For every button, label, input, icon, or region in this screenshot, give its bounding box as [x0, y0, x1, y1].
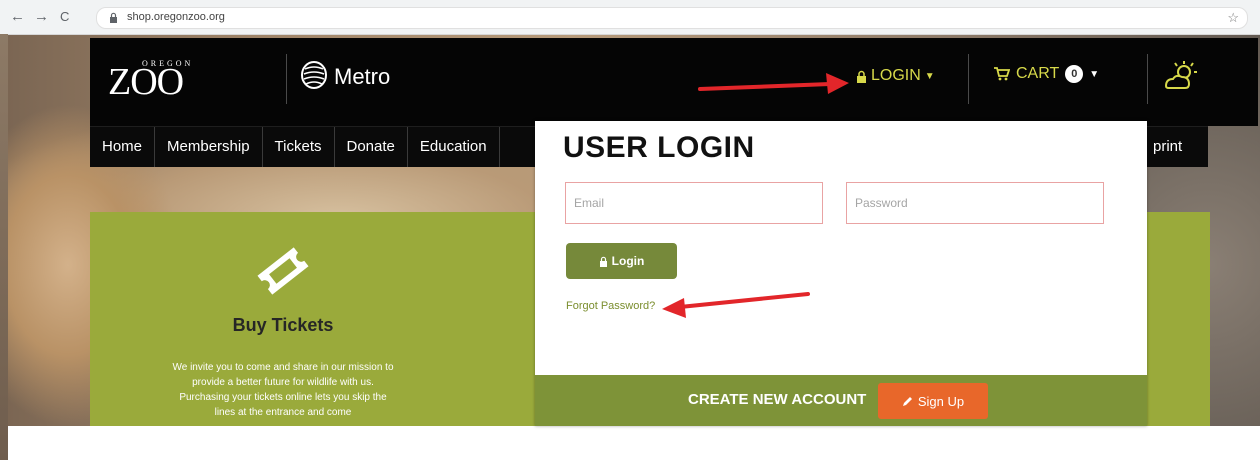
nav-item-partial[interactable]: print [1140, 127, 1190, 167]
nav-item-membership[interactable]: Membership [155, 127, 263, 167]
chevron-down-icon: ▼ [1089, 68, 1100, 80]
sign-up-button[interactable]: Sign Up [878, 383, 988, 419]
side-panel [1146, 212, 1210, 426]
bookmark-star-icon[interactable]: ☆ [1227, 10, 1239, 26]
header-login-button[interactable]: LOGIN ▼ [856, 67, 935, 85]
sign-up-label: Sign Up [917, 393, 965, 409]
header-cart-label: CART [1016, 65, 1060, 82]
header-divider [968, 54, 969, 104]
nav-item-education[interactable]: Education [408, 127, 500, 167]
password-field[interactable] [846, 182, 1104, 224]
nav-item-tickets[interactable]: Tickets [263, 127, 335, 167]
header-login-label: LOGIN [871, 67, 921, 84]
site-header: OREGON ZOO Metro LOGIN ▼ CART 0 ▼ [90, 38, 1258, 126]
header-divider [1147, 54, 1148, 104]
login-button[interactable]: Login [566, 243, 677, 279]
cart-icon [994, 67, 1010, 81]
metro-logo[interactable]: Metro [300, 60, 420, 94]
nav-item-donate[interactable]: Donate [335, 127, 408, 167]
header-divider [286, 54, 287, 104]
forward-icon[interactable]: → [34, 9, 49, 25]
logo-zoo-text: ZOO [108, 61, 184, 103]
lock-icon [110, 12, 117, 23]
lock-icon [857, 70, 866, 83]
page-edge [0, 34, 8, 460]
forgot-password-link[interactable]: Forgot Password? [566, 300, 655, 312]
header-cart-button[interactable]: CART 0 ▼ [994, 65, 1099, 83]
browser-toolbar: ← → C shop.oregonzoo.org ☆ [0, 0, 1260, 35]
pencil-icon [902, 396, 912, 406]
email-field[interactable] [565, 182, 823, 224]
reload-icon[interactable]: C [60, 9, 69, 25]
metro-globe-icon [301, 61, 327, 89]
nav-item-home[interactable]: Home [90, 127, 156, 167]
create-account-bar: CREATE NEW ACCOUNT Sign Up [535, 375, 1147, 426]
lock-icon [599, 256, 607, 267]
cart-count-badge: 0 [1065, 65, 1084, 83]
chevron-down-icon: ▼ [924, 70, 935, 82]
login-modal: USER LOGIN Login Forgot Password? CREATE… [535, 121, 1147, 426]
buy-tickets-title: Buy Tickets [232, 315, 334, 335]
address-bar[interactable]: shop.oregonzoo.org ☆ [96, 7, 1248, 29]
modal-title: USER LOGIN [563, 131, 755, 164]
buy-tickets-description: We invite you to come and share in our m… [172, 362, 394, 418]
back-icon[interactable]: ← [10, 9, 25, 25]
weather-sun-cloud-icon[interactable] [1162, 60, 1198, 94]
metro-label: Metro [334, 64, 391, 89]
url-text: shop.oregonzoo.org [127, 11, 225, 23]
create-account-label: CREATE NEW ACCOUNT [688, 391, 867, 408]
ticket-icon [257, 247, 309, 295]
oregon-zoo-logo[interactable]: OREGON ZOO [108, 55, 228, 101]
login-button-label: Login [611, 254, 645, 268]
buy-tickets-panel[interactable]: Buy Tickets We invite you to come and sh… [90, 212, 536, 426]
